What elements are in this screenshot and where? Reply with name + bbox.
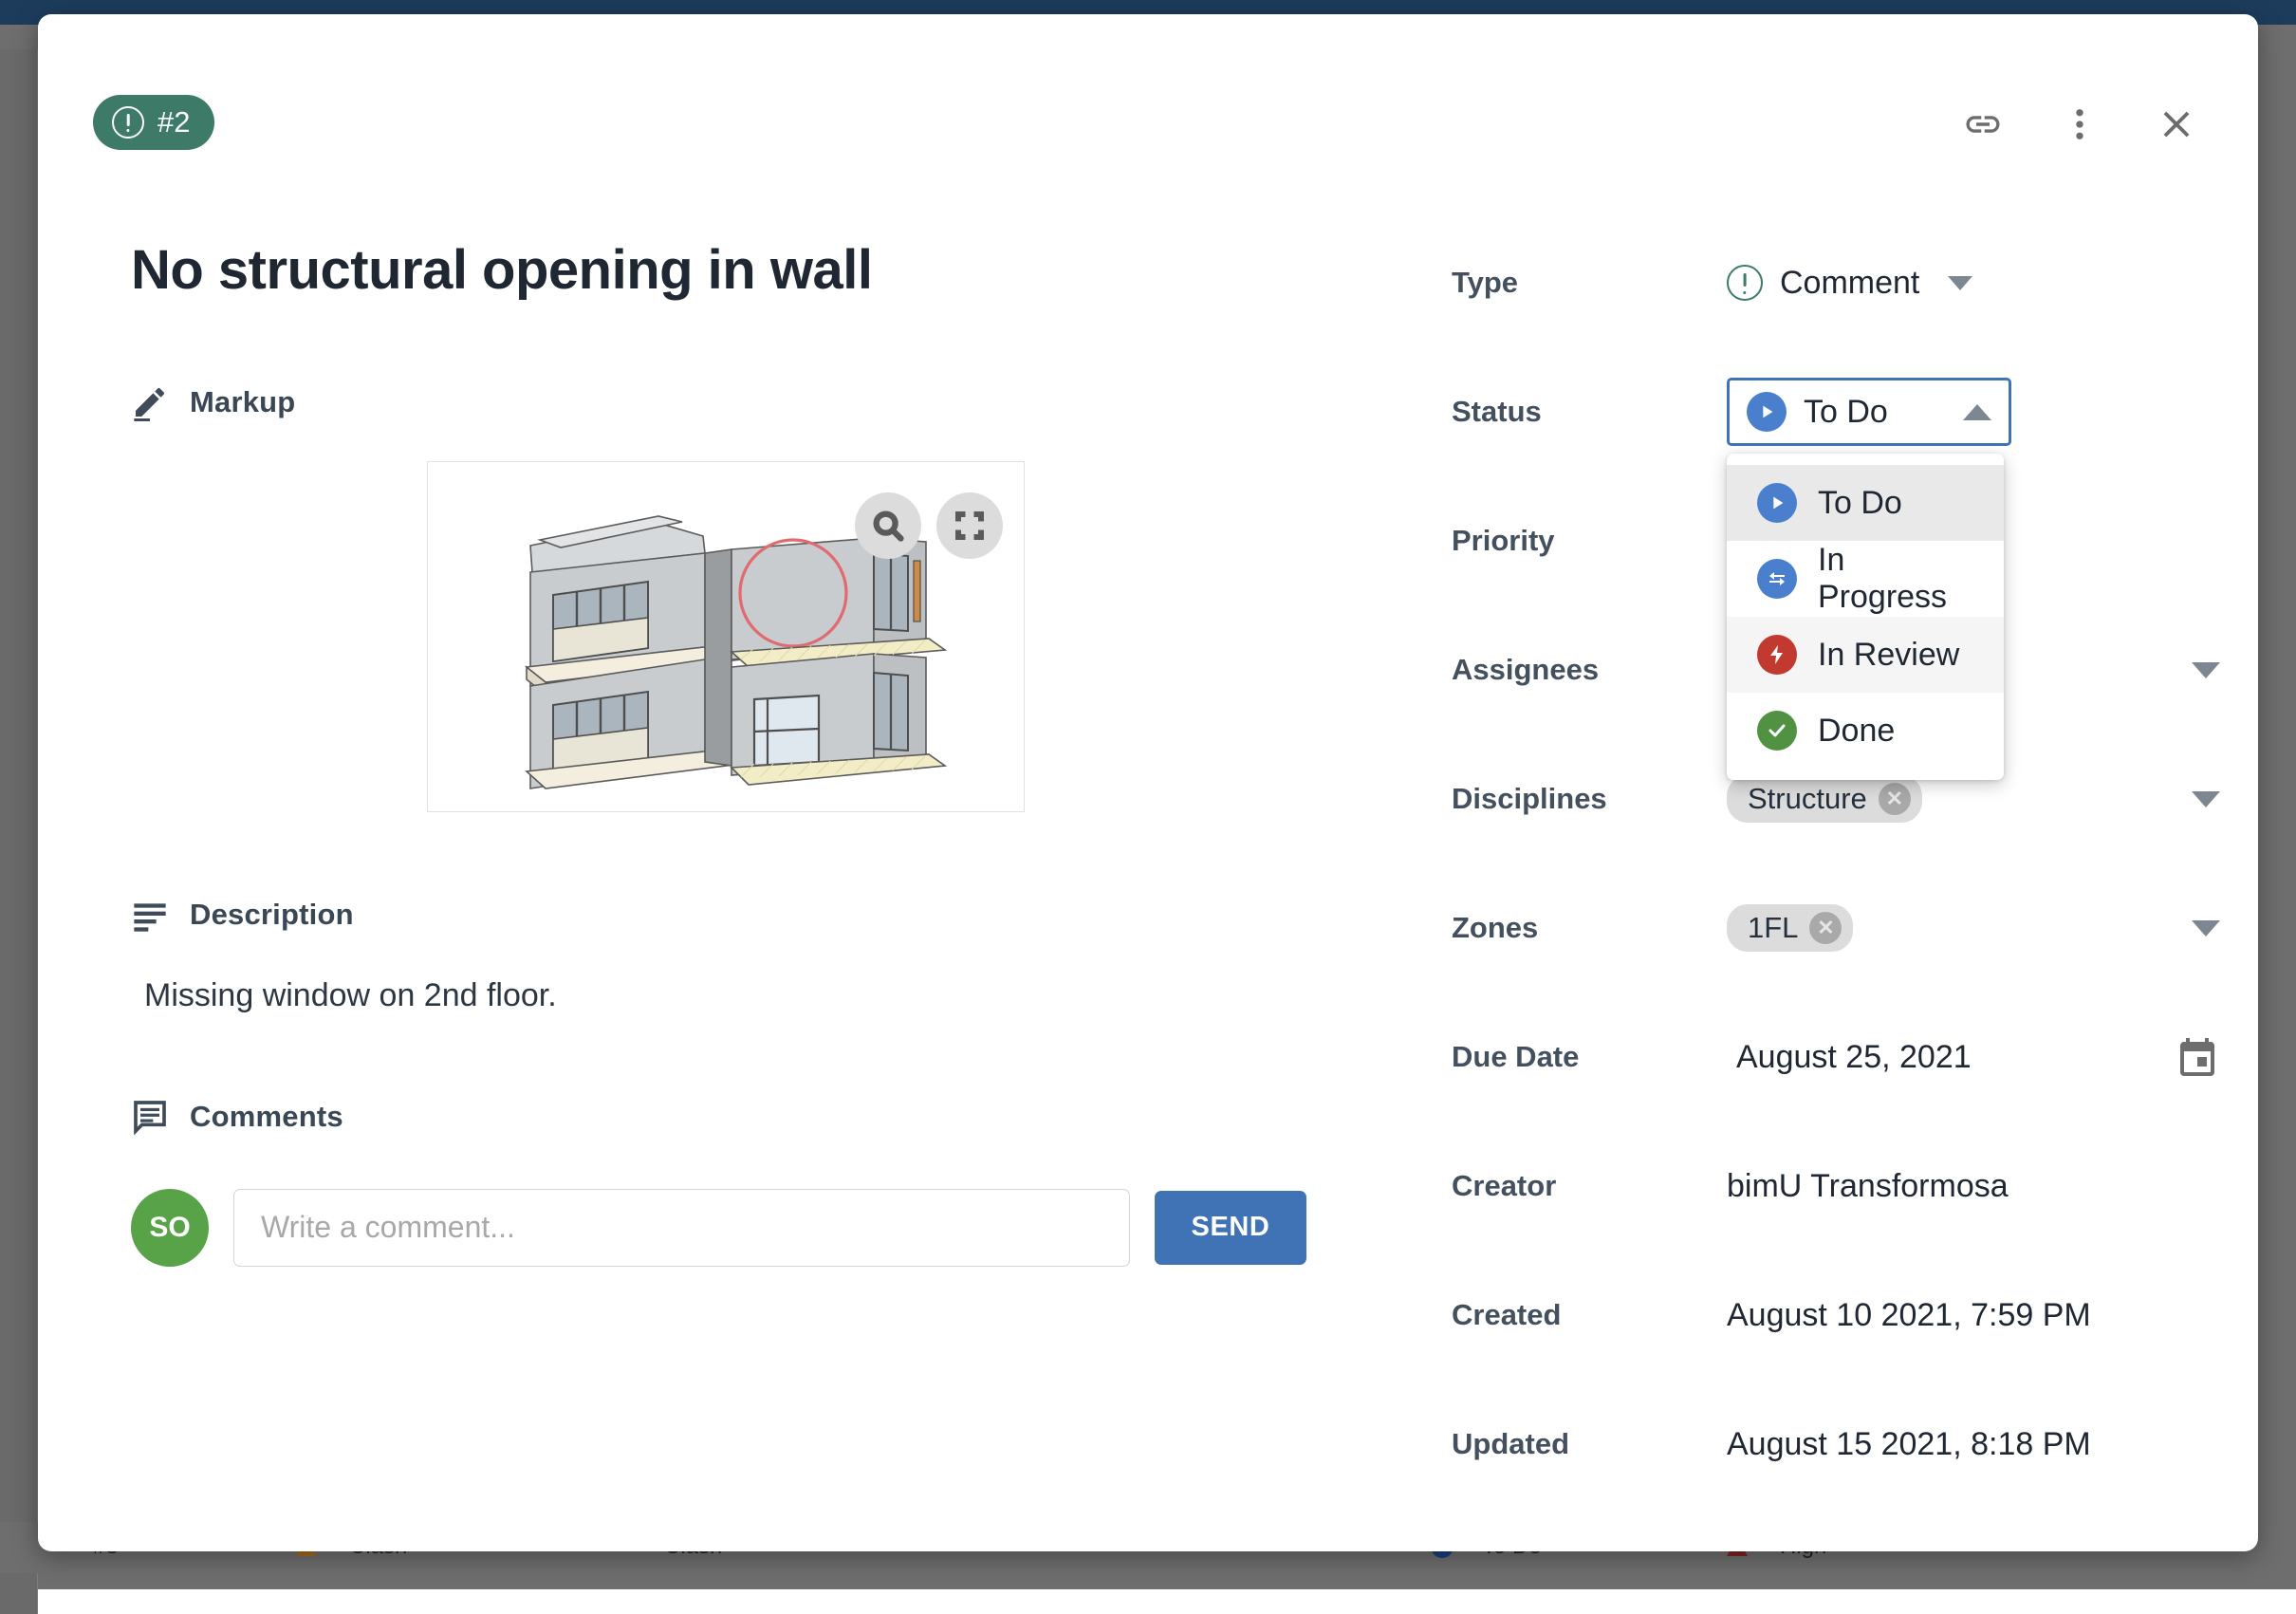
chevron-down-icon[interactable] bbox=[2192, 662, 2220, 678]
property-row-zones: Zones 1FL ✕ bbox=[1452, 863, 2220, 993]
status-label: Status bbox=[1452, 395, 1727, 429]
status-select[interactable]: To Do bbox=[1727, 378, 2011, 446]
close-icon[interactable]: ✕ bbox=[1809, 912, 1842, 944]
chip[interactable]: Structure ✕ bbox=[1727, 775, 1922, 823]
updated-value: August 15 2021, 8:18 PM bbox=[1727, 1426, 2091, 1463]
property-row-creator: Creator bimU Transformosa bbox=[1452, 1122, 2220, 1251]
chevron-up-icon[interactable] bbox=[1963, 404, 1991, 420]
fullscreen-icon[interactable] bbox=[936, 492, 1003, 559]
issue-number-badge: #2 bbox=[93, 95, 214, 150]
issue-number-label: #2 bbox=[157, 105, 190, 139]
creator-value: bimU Transformosa bbox=[1727, 1168, 2009, 1205]
exclamation-circle-icon bbox=[112, 106, 144, 139]
play-circle-icon bbox=[1747, 392, 1787, 432]
comments-section-header: Comments bbox=[131, 1098, 1374, 1136]
status-option-in-review[interactable]: In Review bbox=[1727, 617, 2004, 693]
chip[interactable]: 1FL ✕ bbox=[1727, 904, 1853, 952]
status-option-to-do[interactable]: To Do bbox=[1727, 465, 2004, 541]
type-value: Comment bbox=[1780, 265, 1919, 302]
chevron-down-icon[interactable] bbox=[2192, 920, 2220, 937]
markup-section-header: Markup bbox=[131, 383, 1374, 421]
creator-label: Creator bbox=[1452, 1169, 1727, 1203]
chip-label: Structure bbox=[1748, 782, 1867, 816]
comment-composer: SO SEND bbox=[131, 1189, 1374, 1267]
more-vertical-icon[interactable] bbox=[2053, 98, 2106, 151]
swap-arrows-icon bbox=[1757, 559, 1797, 599]
play-circle-icon bbox=[1757, 483, 1797, 523]
disciplines-chips: Structure ✕ bbox=[1727, 775, 1922, 823]
markup-label: Markup bbox=[190, 385, 295, 419]
zones-chips: 1FL ✕ bbox=[1727, 904, 1853, 952]
status-value: To Do bbox=[1804, 394, 1888, 431]
description-text: Missing window on 2nd floor. bbox=[144, 977, 1374, 1014]
status-dropdown-menu: To Do In Progress In Review Done bbox=[1727, 454, 2004, 780]
pencil-icon bbox=[131, 383, 169, 421]
priority-label: Priority bbox=[1452, 524, 1727, 558]
issue-main-content: No structural opening in wall Markup bbox=[131, 185, 1374, 1267]
markup-building-illustration bbox=[428, 462, 1025, 812]
check-circle-icon bbox=[1757, 711, 1797, 751]
send-button[interactable]: SEND bbox=[1155, 1191, 1306, 1265]
type-value-group[interactable]: Comment bbox=[1727, 265, 1972, 302]
comment-input[interactable] bbox=[233, 1189, 1130, 1267]
due-date-label: Due Date bbox=[1452, 1040, 1727, 1074]
chip-label: 1FL bbox=[1748, 911, 1798, 945]
property-row-type: Type Comment bbox=[1452, 218, 2220, 347]
close-icon[interactable] bbox=[2150, 98, 2203, 151]
updated-label: Updated bbox=[1452, 1427, 1727, 1461]
status-option-in-progress[interactable]: In Progress bbox=[1727, 541, 2004, 617]
lines-icon bbox=[131, 896, 169, 934]
disciplines-label: Disciplines bbox=[1452, 782, 1727, 816]
status-option-done[interactable]: Done bbox=[1727, 693, 2004, 769]
status-option-label: In Progress bbox=[1818, 542, 1973, 616]
issue-properties-panel: Type Comment Status To Do Priority Assig… bbox=[1452, 218, 2220, 1509]
avatar: SO bbox=[131, 1189, 209, 1267]
zones-label: Zones bbox=[1452, 911, 1727, 945]
created-label: Created bbox=[1452, 1298, 1727, 1332]
background-left-rail bbox=[0, 49, 38, 1614]
close-icon[interactable]: ✕ bbox=[1879, 783, 1911, 815]
bolt-icon bbox=[1757, 635, 1797, 675]
calendar-icon[interactable] bbox=[2175, 1034, 2220, 1080]
due-date-value[interactable]: August 25, 2021 bbox=[1736, 1039, 1972, 1076]
property-row-created: Created August 10 2021, 7:59 PM bbox=[1452, 1251, 2220, 1380]
comments-label: Comments bbox=[190, 1100, 343, 1134]
status-option-label: In Review bbox=[1818, 637, 1959, 674]
chevron-down-icon[interactable] bbox=[1948, 276, 1972, 290]
link-icon[interactable] bbox=[1956, 98, 2009, 151]
issue-detail-modal: #2 No structural opening in wall bbox=[38, 14, 2258, 1551]
assignees-label: Assignees bbox=[1452, 653, 1727, 687]
description-section-header: Description bbox=[131, 896, 1374, 934]
markup-image-frame bbox=[427, 461, 1025, 812]
page-title: No structural opening in wall bbox=[131, 242, 1374, 300]
status-option-label: To Do bbox=[1818, 485, 1902, 522]
created-value: August 10 2021, 7:59 PM bbox=[1727, 1297, 2091, 1334]
comment-icon bbox=[131, 1098, 169, 1136]
chevron-down-icon[interactable] bbox=[2192, 791, 2220, 807]
modal-header: #2 bbox=[38, 14, 2258, 185]
description-label: Description bbox=[190, 898, 354, 932]
magnifier-icon[interactable] bbox=[855, 492, 921, 559]
property-row-updated: Updated August 15 2021, 8:18 PM bbox=[1452, 1380, 2220, 1509]
property-row-due-date: Due Date August 25, 2021 bbox=[1452, 993, 2220, 1122]
status-option-label: Done bbox=[1818, 713, 1895, 750]
exclamation-circle-icon bbox=[1727, 265, 1763, 301]
type-label: Type bbox=[1452, 266, 1727, 300]
